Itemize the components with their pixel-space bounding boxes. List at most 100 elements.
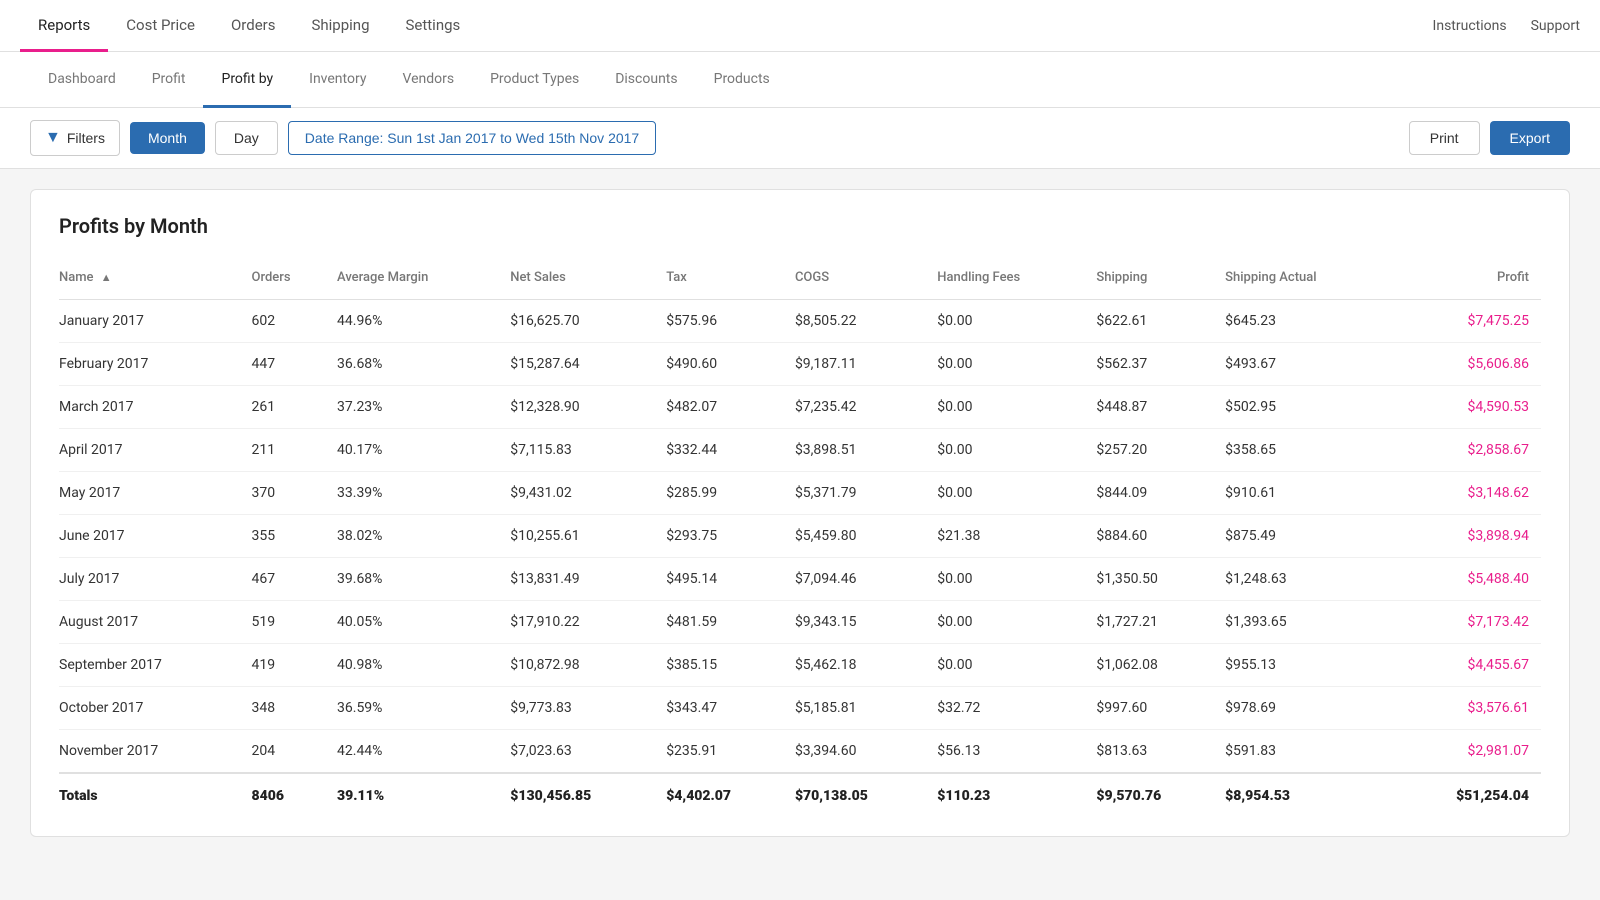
totals-handling-fees: $110.23: [937, 773, 1096, 812]
row-cogs: $7,094.46: [795, 558, 937, 601]
row-name: January 2017: [59, 300, 252, 343]
row-tax: $332.44: [666, 429, 795, 472]
row-orders: 602: [252, 300, 338, 343]
row-handling-fees: $0.00: [937, 558, 1096, 601]
col-header-avg-margin[interactable]: Average Margin: [337, 262, 510, 300]
nav-support[interactable]: Support: [1531, 18, 1580, 34]
table-row: September 2017 419 40.98% $10,872.98 $38…: [59, 644, 1541, 687]
row-name: June 2017: [59, 515, 252, 558]
totals-row: Totals 8406 39.11% $130,456.85 $4,402.07…: [59, 773, 1541, 812]
row-profit: $7,173.42: [1399, 601, 1541, 644]
row-cogs: $5,459.80: [795, 515, 937, 558]
table-row: November 2017 204 42.44% $7,023.63 $235.…: [59, 730, 1541, 774]
row-shipping-actual: $1,248.63: [1225, 558, 1398, 601]
row-profit: $4,455.67: [1399, 644, 1541, 687]
row-tax: $343.47: [666, 687, 795, 730]
toolbar-right: Print Export: [1409, 121, 1570, 155]
row-name: November 2017: [59, 730, 252, 774]
subnav-discounts[interactable]: Discounts: [597, 52, 695, 108]
row-profit: $3,576.61: [1399, 687, 1541, 730]
export-button[interactable]: Export: [1490, 121, 1570, 155]
totals-shipping: $9,570.76: [1096, 773, 1225, 812]
row-cogs: $5,371.79: [795, 472, 937, 515]
row-shipping-actual: $358.65: [1225, 429, 1398, 472]
row-shipping-actual: $591.83: [1225, 730, 1398, 774]
row-profit: $7,475.25: [1399, 300, 1541, 343]
col-header-net-sales[interactable]: Net Sales: [510, 262, 666, 300]
row-cogs: $9,343.15: [795, 601, 937, 644]
main-content: Profits by Month Name ▲ Orders Average M…: [0, 169, 1600, 857]
subnav-profit[interactable]: Profit: [134, 52, 204, 108]
row-profit: $3,148.62: [1399, 472, 1541, 515]
row-shipping: $813.63: [1096, 730, 1225, 774]
row-orders: 355: [252, 515, 338, 558]
nav-settings[interactable]: Settings: [388, 0, 479, 52]
row-orders: 447: [252, 343, 338, 386]
row-name: May 2017: [59, 472, 252, 515]
row-avg-margin: 40.98%: [337, 644, 510, 687]
row-avg-margin: 33.39%: [337, 472, 510, 515]
table-row: August 2017 519 40.05% $17,910.22 $481.5…: [59, 601, 1541, 644]
print-button[interactable]: Print: [1409, 121, 1480, 155]
row-handling-fees: $0.00: [937, 343, 1096, 386]
row-net-sales: $10,255.61: [510, 515, 666, 558]
col-header-handling-fees[interactable]: Handling Fees: [937, 262, 1096, 300]
totals-tax: $4,402.07: [666, 773, 795, 812]
nav-instructions[interactable]: Instructions: [1433, 18, 1507, 34]
nav-shipping[interactable]: Shipping: [293, 0, 387, 52]
col-header-profit[interactable]: Profit: [1399, 262, 1541, 300]
totals-shipping-actual: $8,954.53: [1225, 773, 1398, 812]
row-tax: $482.07: [666, 386, 795, 429]
totals-orders: 8406: [252, 773, 338, 812]
row-avg-margin: 39.68%: [337, 558, 510, 601]
row-profit: $2,981.07: [1399, 730, 1541, 774]
subnav-product-types[interactable]: Product Types: [472, 52, 597, 108]
table-row: July 2017 467 39.68% $13,831.49 $495.14 …: [59, 558, 1541, 601]
nav-reports[interactable]: Reports: [20, 0, 108, 52]
row-handling-fees: $56.13: [937, 730, 1096, 774]
col-header-shipping[interactable]: Shipping: [1096, 262, 1225, 300]
row-shipping: $622.61: [1096, 300, 1225, 343]
date-range-button[interactable]: Date Range: Sun 1st Jan 2017 to Wed 15th…: [288, 121, 656, 155]
table-row: June 2017 355 38.02% $10,255.61 $293.75 …: [59, 515, 1541, 558]
row-net-sales: $9,773.83: [510, 687, 666, 730]
table-row: May 2017 370 33.39% $9,431.02 $285.99 $5…: [59, 472, 1541, 515]
table-row: October 2017 348 36.59% $9,773.83 $343.4…: [59, 687, 1541, 730]
row-tax: $481.59: [666, 601, 795, 644]
filters-button[interactable]: ▼ Filters: [30, 120, 120, 156]
day-button[interactable]: Day: [215, 121, 278, 155]
filter-icon: ▼: [45, 129, 61, 147]
row-orders: 261: [252, 386, 338, 429]
col-header-shipping-actual[interactable]: Shipping Actual: [1225, 262, 1398, 300]
nav-cost-price[interactable]: Cost Price: [108, 0, 213, 52]
row-shipping: $1,350.50: [1096, 558, 1225, 601]
table-row: April 2017 211 40.17% $7,115.83 $332.44 …: [59, 429, 1541, 472]
row-orders: 519: [252, 601, 338, 644]
row-name: September 2017: [59, 644, 252, 687]
row-shipping-actual: $978.69: [1225, 687, 1398, 730]
subnav-vendors[interactable]: Vendors: [384, 52, 472, 108]
subnav-profit-by[interactable]: Profit by: [203, 52, 291, 108]
row-tax: $235.91: [666, 730, 795, 774]
toolbar: ▼ Filters Month Day Date Range: Sun 1st …: [0, 108, 1600, 169]
row-name: March 2017: [59, 386, 252, 429]
row-orders: 370: [252, 472, 338, 515]
row-net-sales: $10,872.98: [510, 644, 666, 687]
row-avg-margin: 40.05%: [337, 601, 510, 644]
col-header-orders[interactable]: Orders: [252, 262, 338, 300]
row-profit: $5,488.40: [1399, 558, 1541, 601]
col-header-name[interactable]: Name ▲: [59, 262, 252, 300]
month-button[interactable]: Month: [130, 122, 205, 154]
row-shipping-actual: $502.95: [1225, 386, 1398, 429]
row-shipping-actual: $1,393.65: [1225, 601, 1398, 644]
top-nav-right: Instructions Support: [1433, 18, 1580, 34]
col-header-tax[interactable]: Tax: [666, 262, 795, 300]
row-profit: $2,858.67: [1399, 429, 1541, 472]
col-header-cogs[interactable]: COGS: [795, 262, 937, 300]
nav-orders[interactable]: Orders: [213, 0, 294, 52]
row-cogs: $7,235.42: [795, 386, 937, 429]
subnav-products[interactable]: Products: [696, 52, 788, 108]
subnav-inventory[interactable]: Inventory: [291, 52, 384, 108]
row-shipping-actual: $645.23: [1225, 300, 1398, 343]
subnav-dashboard[interactable]: Dashboard: [30, 52, 134, 108]
